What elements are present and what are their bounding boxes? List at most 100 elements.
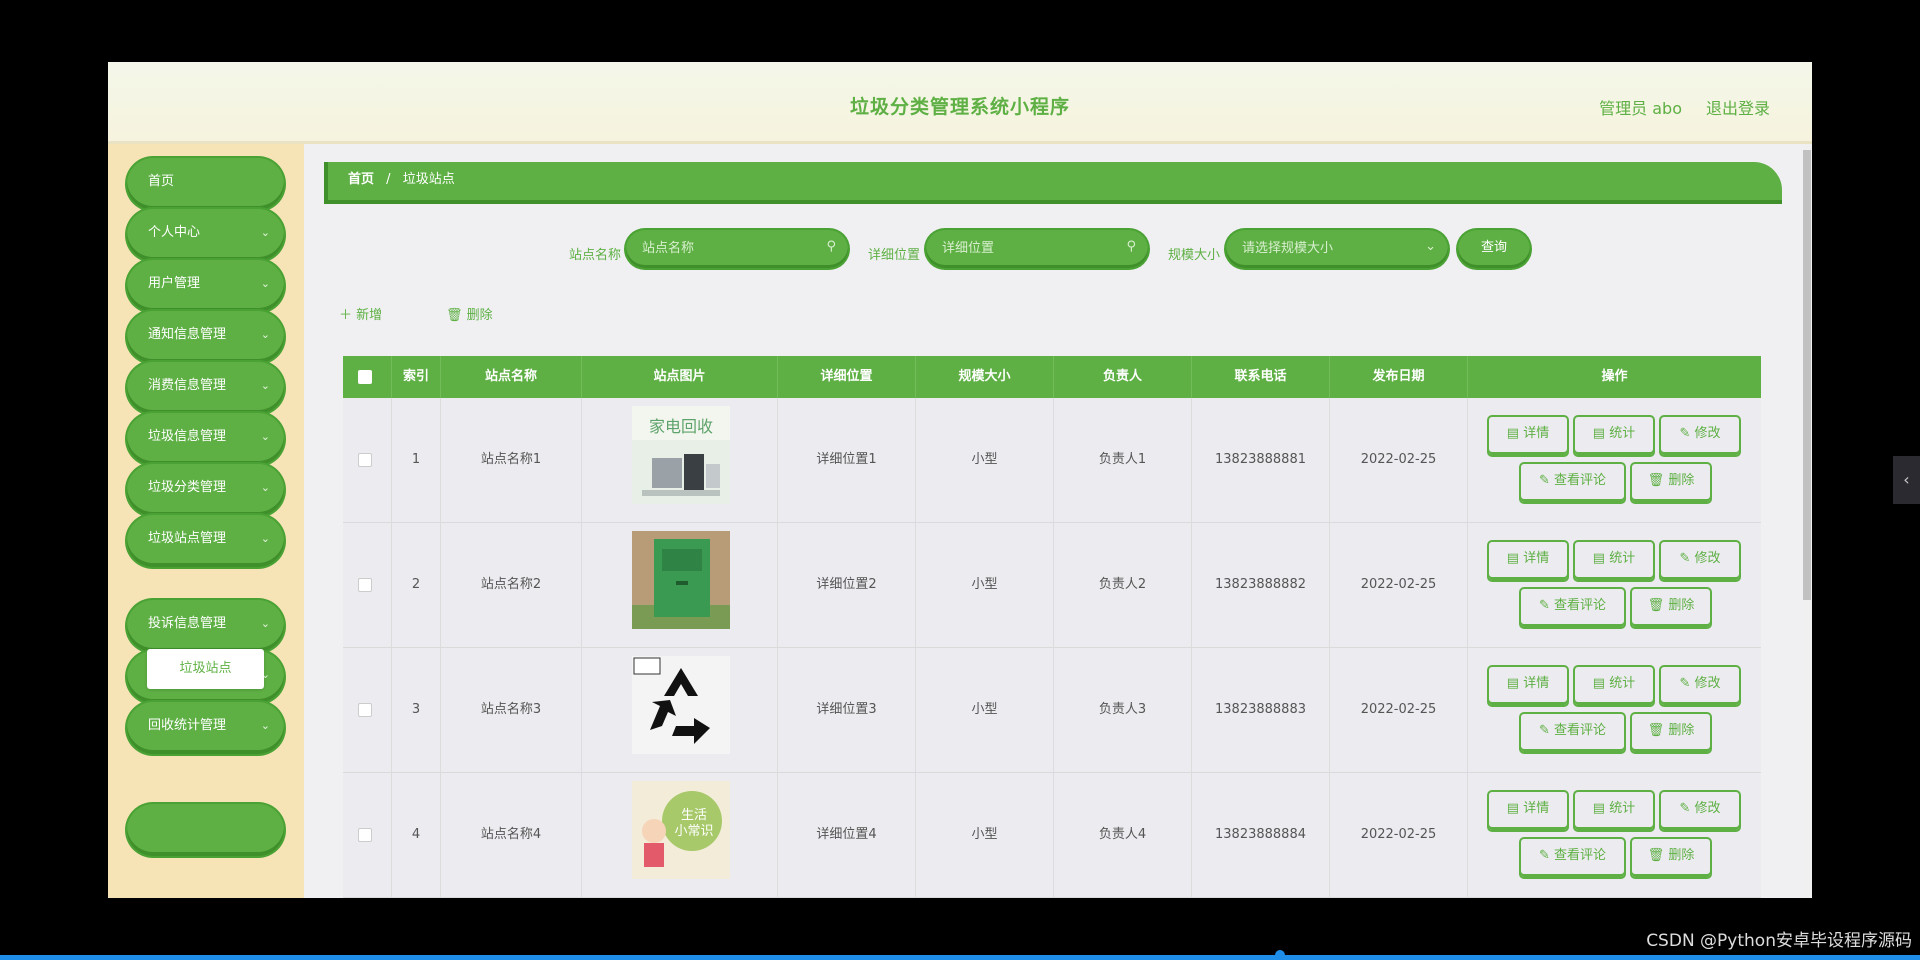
sidebar-item-3[interactable]: 通知信息管理 ⌄ bbox=[127, 311, 284, 363]
document-icon: ▤ bbox=[1592, 551, 1610, 566]
detail-button[interactable]: ▤ 详情 bbox=[1489, 667, 1567, 705]
stats-button[interactable]: ▤ 统计 bbox=[1575, 792, 1653, 830]
chevron-down-icon: ⌄ bbox=[260, 379, 270, 392]
site-image[interactable] bbox=[632, 531, 730, 629]
chevron-down-icon: ⌄ bbox=[260, 481, 270, 494]
size-select[interactable]: ⌄ bbox=[1226, 230, 1448, 268]
document-icon: ▤ bbox=[1592, 676, 1610, 691]
sidebar-item-4[interactable]: 消费信息管理 ⌄ bbox=[127, 362, 284, 414]
header-index: 索引 bbox=[392, 356, 441, 398]
site-image[interactable]: 家电回收 bbox=[632, 406, 730, 504]
size-select-input[interactable] bbox=[1242, 239, 1412, 257]
query-button[interactable]: 查询 bbox=[1458, 230, 1530, 268]
comments-label: 查看评论 bbox=[1554, 473, 1607, 488]
document-icon: ▤ bbox=[1506, 551, 1524, 566]
select-all-checkbox[interactable] bbox=[358, 370, 372, 384]
stats-button[interactable]: ▤ 统计 bbox=[1575, 417, 1653, 455]
site-name-field[interactable]: ⚲ bbox=[626, 230, 848, 268]
row-checkbox[interactable] bbox=[358, 828, 372, 842]
cell-image bbox=[582, 648, 778, 773]
cell-manager: 负责人2 bbox=[1054, 523, 1192, 648]
view-comments-button[interactable]: ✎ 查看评论 bbox=[1521, 839, 1624, 877]
sidebar-item-label: 垃圾信息管理 bbox=[148, 429, 227, 444]
detail-label: 详情 bbox=[1523, 676, 1550, 691]
progress-bar[interactable] bbox=[0, 955, 1920, 960]
cell-actions: ▤ 详情 ▤ 统计 ✎ 修改 ✎ 查看评论 🗑 删除 bbox=[1468, 523, 1761, 648]
progress-handle[interactable] bbox=[1275, 950, 1285, 960]
sidebar-item-8[interactable]: 投诉信息管理 ⌄ bbox=[127, 600, 284, 652]
sidebar-subitem-garbage-site[interactable]: 垃圾站点 bbox=[147, 649, 264, 689]
pencil-icon: ✎ bbox=[1538, 848, 1554, 863]
pencil-icon: ✎ bbox=[1679, 551, 1695, 566]
cell-location: 详细位置3 bbox=[778, 648, 916, 773]
sidebar-item-label: 投诉信息管理 bbox=[148, 616, 227, 631]
location-input[interactable] bbox=[942, 239, 1112, 257]
stats-button[interactable]: ▤ 统计 bbox=[1575, 667, 1653, 705]
view-comments-button[interactable]: ✎ 查看评论 bbox=[1521, 464, 1624, 502]
edit-button[interactable]: ✎ 修改 bbox=[1661, 542, 1739, 580]
row-checkbox[interactable] bbox=[358, 578, 372, 592]
edit-button[interactable]: ✎ 修改 bbox=[1661, 417, 1739, 455]
cell-phone: 13823888882 bbox=[1192, 523, 1330, 648]
stats-button[interactable]: ▤ 统计 bbox=[1575, 542, 1653, 580]
delete-button[interactable]: 🗑 删除 bbox=[1632, 589, 1710, 627]
site-image[interactable] bbox=[632, 656, 730, 754]
watermark-text: CSDN @Python安卓毕设程序源码 bbox=[1646, 931, 1912, 951]
trash-icon: 🗑 bbox=[1647, 848, 1669, 863]
sidebar-item-5[interactable]: 垃圾信息管理 ⌄ bbox=[127, 413, 284, 465]
edit-button[interactable]: ✎ 修改 bbox=[1661, 667, 1739, 705]
site-name-input[interactable] bbox=[642, 239, 812, 257]
sidebar: 首页 个人中心 ⌄ 用户管理 ⌄ 通知信息管理 ⌄ 消费信息管理 ⌄ 垃圾信息管理 ⌄ 垃圾分类管理 ⌄… bbox=[108, 144, 304, 898]
cell-manager: 负责人4 bbox=[1054, 773, 1192, 898]
sidebar-item-7[interactable]: 垃圾站点管理 ⌄ bbox=[127, 515, 284, 567]
logout-link[interactable]: 退出登录 bbox=[1706, 95, 1770, 119]
edit-label: 修改 bbox=[1694, 676, 1721, 691]
sidebar-item-label: 垃圾分类管理 bbox=[148, 480, 227, 495]
cell-checkbox bbox=[343, 398, 392, 523]
delete-button[interactable]: 🗑 删除 bbox=[1632, 839, 1710, 877]
cell-manager: 负责人3 bbox=[1054, 648, 1192, 773]
vertical-scrollbar[interactable] bbox=[1802, 144, 1812, 898]
add-button[interactable]: ＋ 新增 bbox=[339, 304, 382, 323]
delete-button[interactable]: 🗑 删除 bbox=[1632, 714, 1710, 752]
detail-button[interactable]: ▤ 详情 bbox=[1489, 417, 1567, 455]
view-comments-button[interactable]: ✎ 查看评论 bbox=[1521, 714, 1624, 752]
row-checkbox[interactable] bbox=[358, 703, 372, 717]
sidebar-item-2[interactable]: 用户管理 ⌄ bbox=[127, 260, 284, 312]
row-checkbox[interactable] bbox=[358, 453, 372, 467]
detail-button[interactable]: ▤ 详情 bbox=[1489, 542, 1567, 580]
delete-button[interactable]: 🗑 删除 bbox=[1632, 464, 1710, 502]
detail-button[interactable]: ▤ 详情 bbox=[1489, 792, 1567, 830]
document-icon: ▤ bbox=[1506, 801, 1524, 816]
edit-button[interactable]: ✎ 修改 bbox=[1661, 792, 1739, 830]
comments-label: 查看评论 bbox=[1554, 598, 1607, 613]
sidebar-item-1[interactable]: 个人中心 ⌄ bbox=[127, 209, 284, 261]
view-comments-button[interactable]: ✎ 查看评论 bbox=[1521, 589, 1624, 627]
sidebar-item-10[interactable]: 回收统计管理 ⌄ bbox=[127, 702, 284, 754]
scrollbar-thumb[interactable] bbox=[1803, 150, 1811, 600]
cell-index: 2 bbox=[392, 523, 441, 648]
pencil-icon: ✎ bbox=[1679, 676, 1695, 691]
location-field[interactable]: ⚲ bbox=[926, 230, 1148, 268]
header-name: 站点名称 bbox=[441, 356, 582, 398]
cell-name: 站点名称4 bbox=[441, 773, 582, 898]
breadcrumb-home[interactable]: 首页 bbox=[348, 172, 374, 187]
trash-icon: 🗑 bbox=[446, 308, 463, 323]
chevron-left-icon[interactable]: ‹ bbox=[1893, 456, 1920, 504]
sidebar-item-label: 首页 bbox=[148, 174, 175, 189]
cell-size: 小型 bbox=[916, 773, 1054, 898]
sidebar-item-partial[interactable] bbox=[127, 804, 284, 856]
cell-location: 详细位置1 bbox=[778, 398, 916, 523]
image-caption: 小常识 bbox=[674, 824, 713, 839]
cell-manager: 负责人1 bbox=[1054, 398, 1192, 523]
cell-phone: 13823888884 bbox=[1192, 773, 1330, 898]
cell-index: 1 bbox=[392, 398, 441, 523]
chevron-down-icon: ⌄ bbox=[1425, 239, 1436, 254]
image-caption: 家电回收 bbox=[649, 417, 713, 436]
site-image[interactable]: 生活 小常识 bbox=[632, 781, 730, 879]
detail-label: 详情 bbox=[1523, 426, 1550, 441]
document-icon: ▤ bbox=[1506, 676, 1524, 691]
sidebar-item-0[interactable]: 首页 bbox=[127, 158, 284, 210]
bulk-delete-button[interactable]: 🗑 删除 bbox=[446, 304, 493, 323]
sidebar-item-6[interactable]: 垃圾分类管理 ⌄ bbox=[127, 464, 284, 516]
